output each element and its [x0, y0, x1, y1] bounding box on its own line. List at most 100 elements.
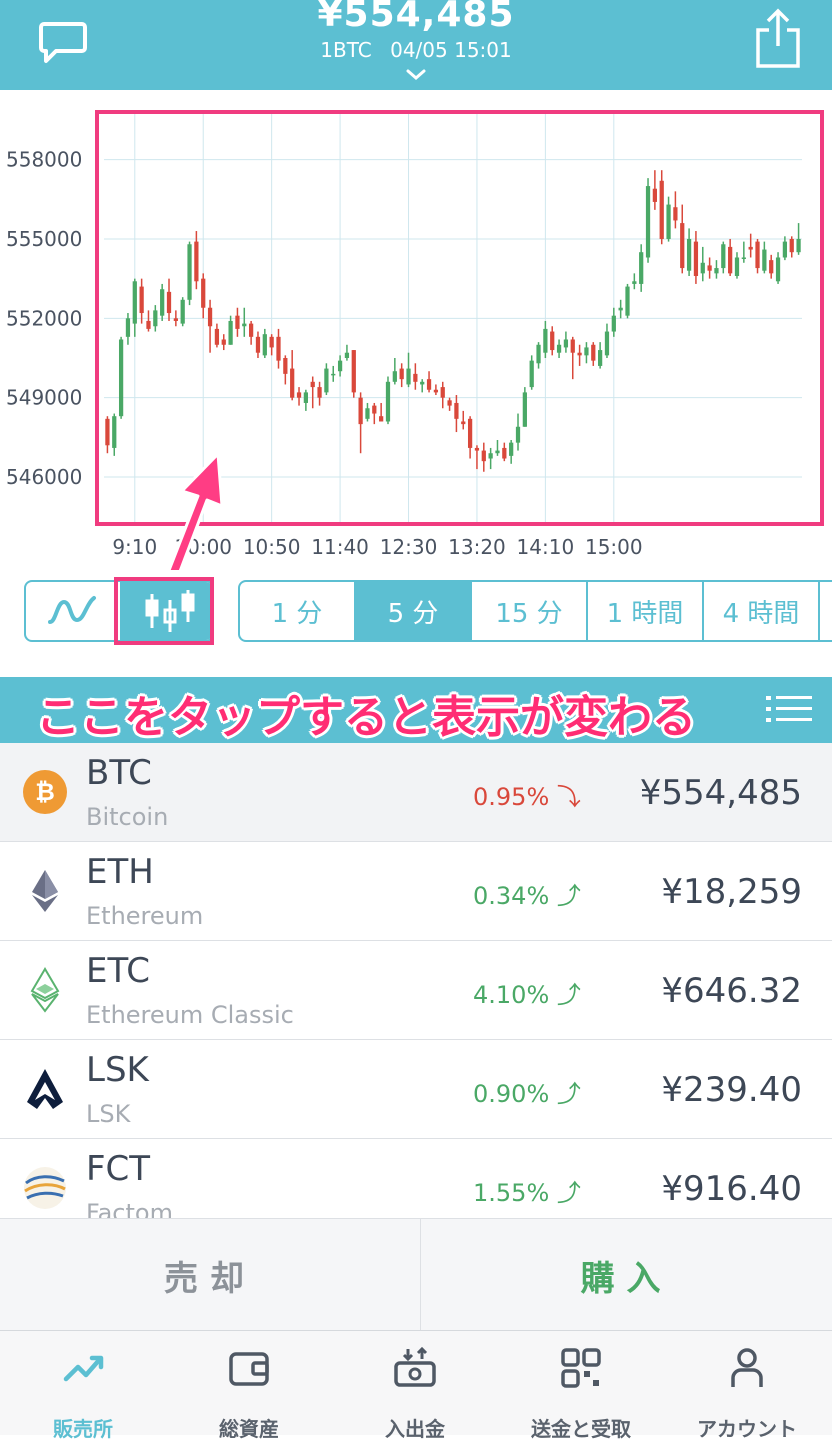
candle-body — [769, 260, 774, 274]
candle-body — [570, 339, 575, 353]
candle — [577, 344, 582, 366]
coin-row-btc[interactable]: ₿ BTC Bitcoin 0.95% ⤵ ¥554,485 — [0, 743, 832, 842]
candle-body — [693, 241, 699, 276]
candle — [105, 416, 110, 454]
candle — [502, 442, 507, 462]
candle — [680, 204, 685, 274]
candle-body — [290, 368, 295, 398]
candle-body — [337, 360, 343, 372]
candle-body — [242, 323, 247, 327]
candle-body — [132, 281, 137, 324]
candle — [433, 384, 439, 396]
coin-row-etc[interactable]: ETC Ethereum Classic 4.10% ⤴ ¥646.32 — [0, 941, 832, 1040]
candle-body — [379, 416, 384, 422]
y-tick-label: 549000 — [6, 386, 82, 410]
candle-body — [789, 238, 794, 253]
candle-body — [399, 368, 404, 380]
candle-body — [372, 405, 377, 414]
candle — [187, 241, 192, 306]
x-tick-label: 12:30 — [380, 535, 438, 559]
candle-body — [721, 244, 726, 269]
candlestick-chart[interactable]: 558000555000552000549000546000 9:10 10:00… — [0, 90, 832, 570]
candle-body — [440, 387, 445, 398]
candle — [283, 355, 288, 385]
tab-wallet[interactable]: 総資産 — [166, 1331, 332, 1441]
period-button[interactable]: 1 分 — [240, 582, 356, 640]
candle — [550, 326, 555, 356]
period-button[interactable] — [820, 582, 832, 640]
y-tick-label: 558000 — [6, 148, 82, 172]
candle-body — [632, 281, 637, 284]
candle — [515, 413, 521, 451]
candle — [249, 320, 254, 345]
sell-button[interactable]: 売却 — [0, 1219, 421, 1331]
candle — [262, 328, 267, 358]
period-button[interactable]: 15 分 — [472, 582, 588, 640]
candle — [194, 231, 199, 290]
coin-change: 0.90% ⤴ — [473, 1074, 581, 1109]
candle — [686, 228, 692, 276]
share-icon[interactable] — [752, 8, 804, 70]
candle — [180, 297, 185, 327]
period-button[interactable]: 1 時間 — [588, 582, 704, 640]
candle — [509, 440, 514, 464]
trade-bar: 売却 購入 — [0, 1218, 832, 1331]
list-menu-icon[interactable] — [766, 694, 812, 724]
candle-body — [365, 408, 370, 419]
candle — [584, 342, 589, 364]
candle — [632, 273, 637, 290]
candle — [153, 305, 158, 332]
trend-up-arrow-icon: ⤴ — [549, 882, 581, 910]
candle-body — [146, 320, 151, 329]
candle-body — [625, 286, 630, 316]
candle — [214, 323, 220, 348]
coin-price: ¥916.40 — [661, 1169, 802, 1209]
candle — [310, 376, 315, 409]
candle-body — [659, 180, 664, 239]
candle-body — [433, 389, 439, 393]
candle-body — [495, 450, 500, 454]
tab-trend-chart[interactable]: 販売所 — [0, 1331, 166, 1441]
coin-symbol: ETH — [86, 852, 154, 892]
candle — [426, 371, 432, 393]
candle-body — [550, 331, 555, 351]
candle-body — [112, 416, 117, 448]
coin-row-lsk[interactable]: LSK LSK 0.90% ⤴ ¥239.40 — [0, 1040, 832, 1139]
candle — [331, 365, 336, 382]
candle — [775, 252, 781, 284]
tab-qr-code[interactable]: 送金と受取 — [498, 1331, 664, 1441]
coin-symbol: LSK — [86, 1050, 149, 1090]
candle — [290, 350, 295, 401]
candle-body — [680, 223, 685, 269]
candle-body — [324, 368, 329, 393]
tab-label: 総資産 — [219, 1417, 279, 1441]
price-subtitle[interactable]: 1BTC 04/05 15:01 — [0, 38, 832, 62]
chevron-down-icon[interactable] — [405, 68, 427, 82]
candle-body — [139, 286, 144, 314]
candle — [160, 283, 165, 321]
candle — [762, 241, 767, 274]
tab-deposit-withdraw[interactable]: 入出金 — [332, 1331, 498, 1441]
candle-body — [331, 373, 336, 376]
line-chart-button[interactable] — [26, 582, 120, 640]
candle — [495, 440, 500, 456]
period-button[interactable]: 5 分 — [356, 582, 472, 640]
coin-row-eth[interactable]: ETH Ethereum 0.34% ⤴ ¥18,259 — [0, 842, 832, 941]
tab-account[interactable]: アカウント — [664, 1331, 830, 1441]
period-button[interactable]: 4 時間 — [704, 582, 820, 640]
candle — [673, 191, 678, 229]
coin-row-fct[interactable]: FCT Factom 1.55% ⤴ ¥916.40 — [0, 1139, 832, 1218]
candle-body — [515, 426, 521, 443]
candle-body — [714, 268, 719, 274]
candle-body — [686, 238, 692, 271]
candle-body — [228, 320, 233, 345]
candle-body — [728, 246, 733, 274]
candle — [372, 402, 377, 425]
coin-list: ₿ BTC Bitcoin 0.95% ⤵ ¥554,485 ETH Ethereum 0.3… — [0, 743, 832, 1218]
coin-change: 0.95% ⤵ — [473, 777, 581, 812]
candle-body — [249, 323, 254, 337]
buy-button[interactable]: 購入 — [421, 1219, 832, 1331]
candle-body — [666, 204, 671, 239]
candle-body — [303, 392, 308, 403]
candle — [207, 299, 213, 353]
